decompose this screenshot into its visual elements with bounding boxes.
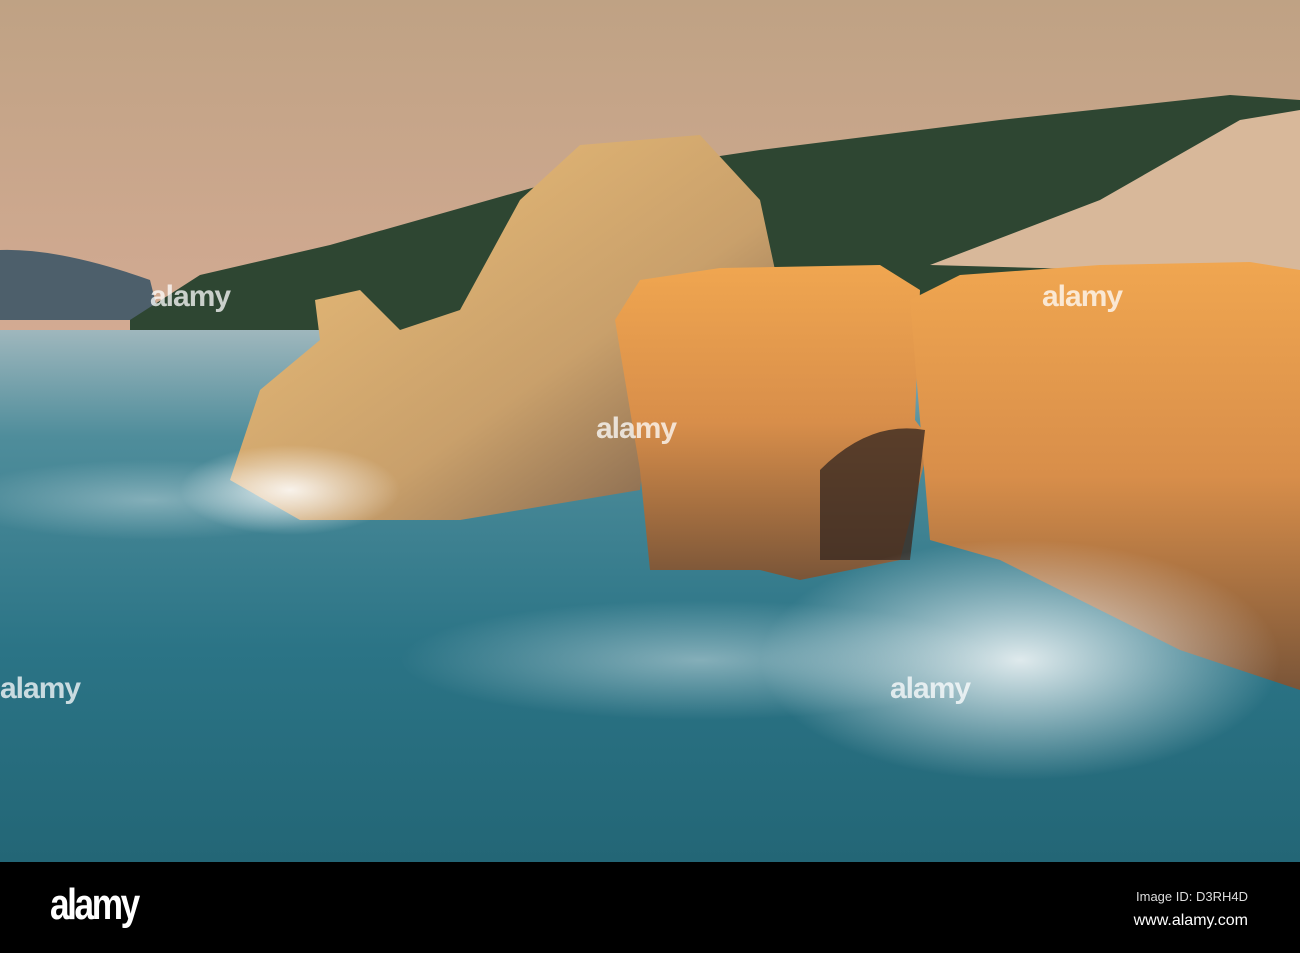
- site-url: www.alamy.com: [1133, 912, 1248, 929]
- watermark: alamy: [150, 280, 231, 313]
- alamy-logo: alamy: [50, 880, 140, 929]
- watermark: alamy: [890, 672, 971, 705]
- stock-photo-page: alamy alamy alamy alamy alamy alamy Imag…: [0, 0, 1300, 953]
- image-id: Image ID: D3RH4D: [1136, 889, 1248, 904]
- watermark: alamy: [0, 672, 81, 705]
- watermark: alamy: [1042, 280, 1123, 313]
- footer-bar: alamy Image ID: D3RH4D www.alamy.com: [0, 862, 1300, 953]
- watermark: alamy: [596, 412, 677, 445]
